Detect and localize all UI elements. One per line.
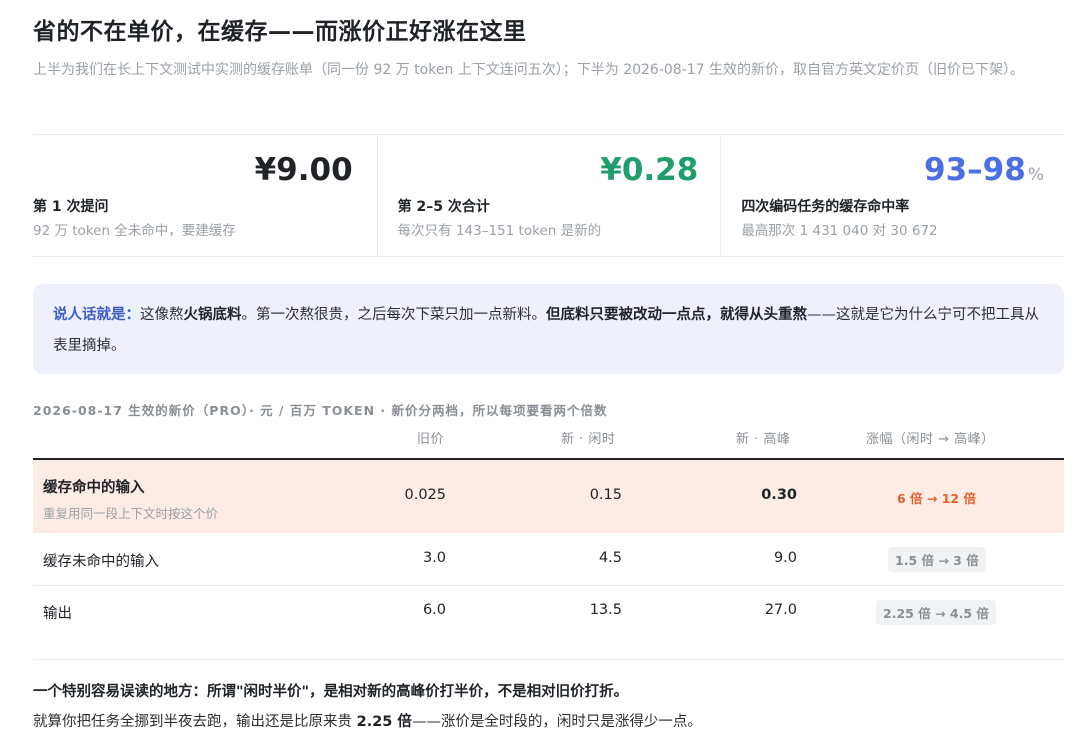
row-name: 输出 [43,606,72,622]
row-name: 缓存未命中的输入 [43,554,159,570]
stat-followup-queries: ¥0.28 第 2–5 次合计 每次只有 143–151 token 是新的 [376,136,721,256]
change-badge: 1.5 倍 → 3 倍 [888,547,986,572]
header-peak-price: 新 · 高峰 [736,432,791,447]
page-subtitle: 上半为我们在长上下文测试中实测的缓存账单（同一份 92 万 token 上下文连… [33,62,1025,78]
callout-text: 。第一次熬很贵，之后每次下菜只加一点新料。 [241,307,547,323]
callout-emphasis: 但底料只要被改动一点点，就得从头重熬 [546,307,807,323]
cell-peak: 9.0 [773,550,797,566]
cell-offpeak: 0.15 [589,487,622,503]
row-name: 缓存命中的输入 [43,480,145,496]
callout-text: 这像熬 [140,307,184,323]
stat-sub: 92 万 token 全未命中，要建缓存 [33,223,236,239]
row-desc: 重复用同一段上下文时按这个价 [43,506,219,521]
stat-cache-hit-rate: 93–98% 四次编码任务的缓存命中率 最高那次 1 431 040 对 30 … [720,136,1064,256]
stat-number: 93–98 [924,152,1026,188]
callout-lead: 说人话就是： [53,307,140,323]
stat-sub: 最高那次 1 431 040 对 30 672 [741,223,938,239]
divider [33,256,1064,257]
stats-row: ¥9.00 第 1 次提问 92 万 token 全未命中，要建缓存 ¥0.28… [33,136,1064,256]
header-change: 涨幅（闲时 → 高峰） [866,432,995,447]
table-caption: 2026-08-17 生效的新价（PRO）· 元 / 百万 TOKEN · 新价… [33,403,608,418]
cell-old: 3.0 [422,550,446,566]
change-badge: 2.25 倍 → 4.5 倍 [876,600,996,625]
cell-peak: 27.0 [764,602,797,618]
stat-unit: % [1027,165,1044,185]
divider [33,134,1064,135]
change-badge: 6 倍 → 12 倍 [897,491,976,506]
page-title: 省的不在单价，在缓存——而涨价正好涨在这里 [33,19,527,45]
table-row: 输出 6.0 13.5 27.0 2.25 倍 → 4.5 倍 [33,586,1064,638]
callout-emphasis: 火锅底料 [183,307,242,323]
stat-number: ¥9.00 [254,152,353,188]
header-offpeak-price: 新 · 闲时 [561,432,616,447]
stat-value: ¥9.00 [255,150,355,195]
table-header: 旧价 新 · 闲时 新 · 高峰 涨幅（闲时 → 高峰） [33,428,1064,458]
note-text: 就算你把任务全挪到半夜去跑，输出还是比原来贵 [33,714,357,730]
table-row: 缓存未命中的输入 3.0 4.5 9.0 1.5 倍 → 3 倍 [33,533,1064,586]
stat-value: 93–98% [924,150,1044,195]
cell-old: 6.0 [422,602,446,618]
stat-number: ¥0.28 [600,152,699,188]
stat-label: 第 1 次提问 [33,199,109,215]
table-row: 缓存命中的输入 重复用同一段上下文时按这个价 0.025 0.15 0.30 6… [33,460,1064,533]
note-heading: 一个特别容易误读的地方：所谓"闲时半价"，是相对新的高峰价打半价，不是相对旧价打… [33,684,629,700]
note-body: 就算你把任务全挪到半夜去跑，输出还是比原来贵 2.25 倍——涨价是全时段的，闲… [33,710,702,731]
cell-offpeak: 13.5 [589,602,622,618]
cell-peak: 0.30 [761,487,797,503]
cell-old: 0.025 [404,487,446,503]
cell-offpeak: 4.5 [598,550,622,566]
explanation-callout: 说人话就是：这像熬火锅底料。第一次熬很贵，之后每次下菜只加一点新料。但底料只要被… [33,284,1064,374]
stat-label: 第 2–5 次合计 [397,199,490,215]
note-emphasis: 2.25 倍 [356,714,412,730]
stat-label: 四次编码任务的缓存命中率 [741,199,910,215]
note-text: ——涨价是全时段的，闲时只是涨得少一点。 [411,714,702,730]
stat-value: ¥0.28 [600,150,700,195]
header-old-price: 旧价 [417,432,445,447]
stat-sub: 每次只有 143–151 token 是新的 [397,223,602,239]
divider [33,659,1064,660]
stat-first-query: ¥9.00 第 1 次提问 92 万 token 全未命中，要建缓存 [33,136,377,256]
